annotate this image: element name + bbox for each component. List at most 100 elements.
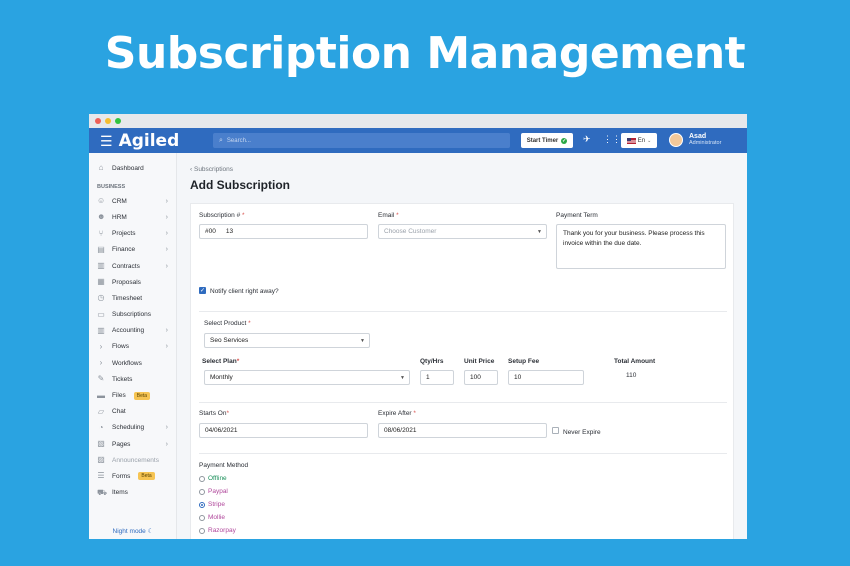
setup-fee-input[interactable]: 10 [508, 370, 584, 385]
chat-icon: ▱ [97, 406, 105, 416]
payment-term-textarea[interactable]: Thank you for your business. Please proc… [556, 224, 726, 269]
unit-price-input[interactable]: 100 [464, 370, 498, 385]
payment-method-stripe[interactable]: Stripe [199, 501, 225, 508]
radio-button[interactable] [199, 514, 205, 521]
payment-method-offline[interactable]: Offline [199, 475, 227, 482]
label-text: Select Product [204, 320, 247, 327]
payment-method-label: Offline [208, 475, 227, 482]
chevron-right-icon: › [165, 213, 168, 221]
notify-client-label: Notify client right away? [210, 288, 279, 295]
main-content: ‹ Subscriptions Add Subscription Subscri… [177, 153, 747, 539]
sidebar-item-workflows[interactable]: › Workflows [89, 355, 176, 371]
radio-button[interactable] [199, 527, 205, 534]
payment-method-label: Payment Method [199, 462, 249, 469]
breadcrumb[interactable]: ‹ Subscriptions [190, 166, 233, 173]
sidebar-item-chat[interactable]: ▱ Chat [89, 404, 176, 420]
radio-button[interactable] [199, 475, 205, 482]
hamburger-menu-icon[interactable]: ☰ [100, 134, 113, 148]
us-flag-icon [626, 137, 636, 144]
breadcrumb-subscriptions[interactable]: Subscriptions [194, 166, 233, 173]
apps-grid-icon[interactable]: ⋮⋮ [603, 135, 621, 144]
window-chrome [89, 114, 747, 128]
sidebar-item-label: HRM [112, 213, 127, 221]
night-mode-toggle[interactable]: Night mode ☾ [89, 527, 177, 535]
sidebar-item-tickets[interactable]: ✎ Tickets [89, 371, 176, 387]
sidebar-item-label: Accounting [112, 327, 145, 335]
proposal-icon: ▦ [97, 277, 105, 287]
plan-value: Monthly [210, 374, 233, 381]
user-role: Administrator [689, 140, 722, 146]
sidebar-item-contracts[interactable]: ▥ Contracts › [89, 258, 176, 274]
sidebar-item-accounting[interactable]: ▥ Accounting › [89, 323, 176, 339]
radio-button[interactable] [199, 488, 205, 495]
sidebar-item-timesheet[interactable]: ◷ Timesheet [89, 290, 176, 306]
sidebar-item-label: Files [112, 392, 126, 400]
brand-logo[interactable]: Agiled [119, 131, 180, 151]
payment-method-label: Stripe [208, 501, 225, 508]
payment-method-label: Razorpay [208, 527, 236, 534]
chevron-right-icon: › [165, 343, 168, 351]
sidebar-item-proposals[interactable]: ▦ Proposals [89, 274, 176, 290]
rocket-icon[interactable]: ✈ [583, 135, 591, 144]
maximize-dot-icon[interactable] [115, 118, 121, 124]
avatar[interactable] [669, 133, 683, 147]
select-product-dropdown[interactable]: Seo Services ▼ [204, 333, 370, 348]
sidebar-item-hrm[interactable]: ☻ HRM › [89, 209, 176, 225]
sidebar-item-flows[interactable]: › Flows › [89, 339, 176, 355]
subscription-prefix: #00 [205, 228, 216, 235]
sidebar-item-label: Dashboard [112, 164, 144, 172]
language-select[interactable]: En ⌄ [621, 133, 657, 148]
start-timer-label: Start Timer [526, 137, 559, 144]
label-text: Subscription # [199, 212, 241, 219]
close-dot-icon[interactable] [95, 118, 101, 124]
sidebar-item-projects[interactable]: ⑂ Projects › [89, 226, 176, 242]
flow-icon: › [99, 341, 103, 351]
page-icon: ▧ [97, 439, 105, 449]
payment-method-razorpay[interactable]: Razorpay [199, 527, 236, 534]
sidebar-item-label: Pages [112, 440, 131, 448]
beta-badge: Beta [138, 472, 155, 481]
email-select[interactable]: Choose Customer ▼ [378, 224, 547, 239]
search-input[interactable]: ⌕ Search... [213, 133, 510, 148]
sidebar-item-scheduling[interactable]: ◔ Scheduling › [89, 420, 176, 436]
sidebar-item-label: Tickets [112, 375, 133, 383]
notify-client-checkbox[interactable]: ✓ [199, 287, 206, 294]
payment-method-mollie[interactable]: Mollie [199, 514, 225, 521]
sidebar-item-dashboard[interactable]: ⌂ Dashboard [89, 160, 176, 176]
chevron-down-icon: ⌄ [647, 137, 652, 144]
start-timer-button[interactable]: Start Timer ✓ [521, 133, 573, 148]
select-plan-dropdown[interactable]: Monthly ▼ [204, 370, 410, 385]
radio-button[interactable] [199, 501, 205, 508]
caret-down-icon: ▼ [400, 375, 405, 381]
minimize-dot-icon[interactable] [105, 118, 111, 124]
page-title: Add Subscription [190, 178, 290, 192]
sidebar-item-finance[interactable]: ▤ Finance › [89, 242, 176, 258]
payment-term-label: Payment Term [556, 212, 598, 219]
sidebar-item-label: Projects [112, 230, 136, 238]
qty-input[interactable]: 1 [420, 370, 454, 385]
sidebar-item-subscriptions[interactable]: ▭ Subscriptions [89, 307, 176, 323]
expire-after-input[interactable]: 08/06/2021 [378, 423, 547, 438]
payment-method-paypal[interactable]: Paypal [199, 488, 228, 495]
sidebar-item-forms[interactable]: ☰ Forms Beta [89, 468, 176, 484]
contract-icon: ▥ [97, 261, 105, 271]
label-text: Expire After [378, 410, 412, 417]
sidebar-item-label: Finance [112, 246, 136, 254]
sidebar-item-label: CRM [112, 197, 127, 205]
sidebar-item-items[interactable]: ⛟ Items [89, 485, 176, 501]
starts-on-input[interactable]: 04/06/2021 [199, 423, 368, 438]
chevron-right-icon: › [165, 197, 168, 205]
sidebar-item-files[interactable]: ▬ Files Beta [89, 387, 176, 403]
search-icon: ⌕ [219, 136, 223, 144]
chevron-right-icon: › [165, 424, 168, 432]
app-window: ☰ Agiled ⌕ Search... Start Timer ✓ ✈ ⋮⋮ … [89, 114, 747, 539]
product-value: Seo Services [210, 337, 249, 344]
subscription-number-input[interactable]: #00 13 [199, 224, 368, 239]
never-expire-checkbox[interactable] [552, 427, 559, 434]
unit-price-label: Unit Price [464, 358, 495, 365]
sidebar-item-announcements[interactable]: ▨ Announcements [89, 452, 176, 468]
sidebar-item-pages[interactable]: ▧ Pages › [89, 436, 176, 452]
user-menu[interactable]: Asad Administrator [689, 133, 721, 147]
sidebar-item-crm[interactable]: ☺ CRM › [89, 193, 176, 209]
chevron-right-icon: › [165, 440, 168, 448]
